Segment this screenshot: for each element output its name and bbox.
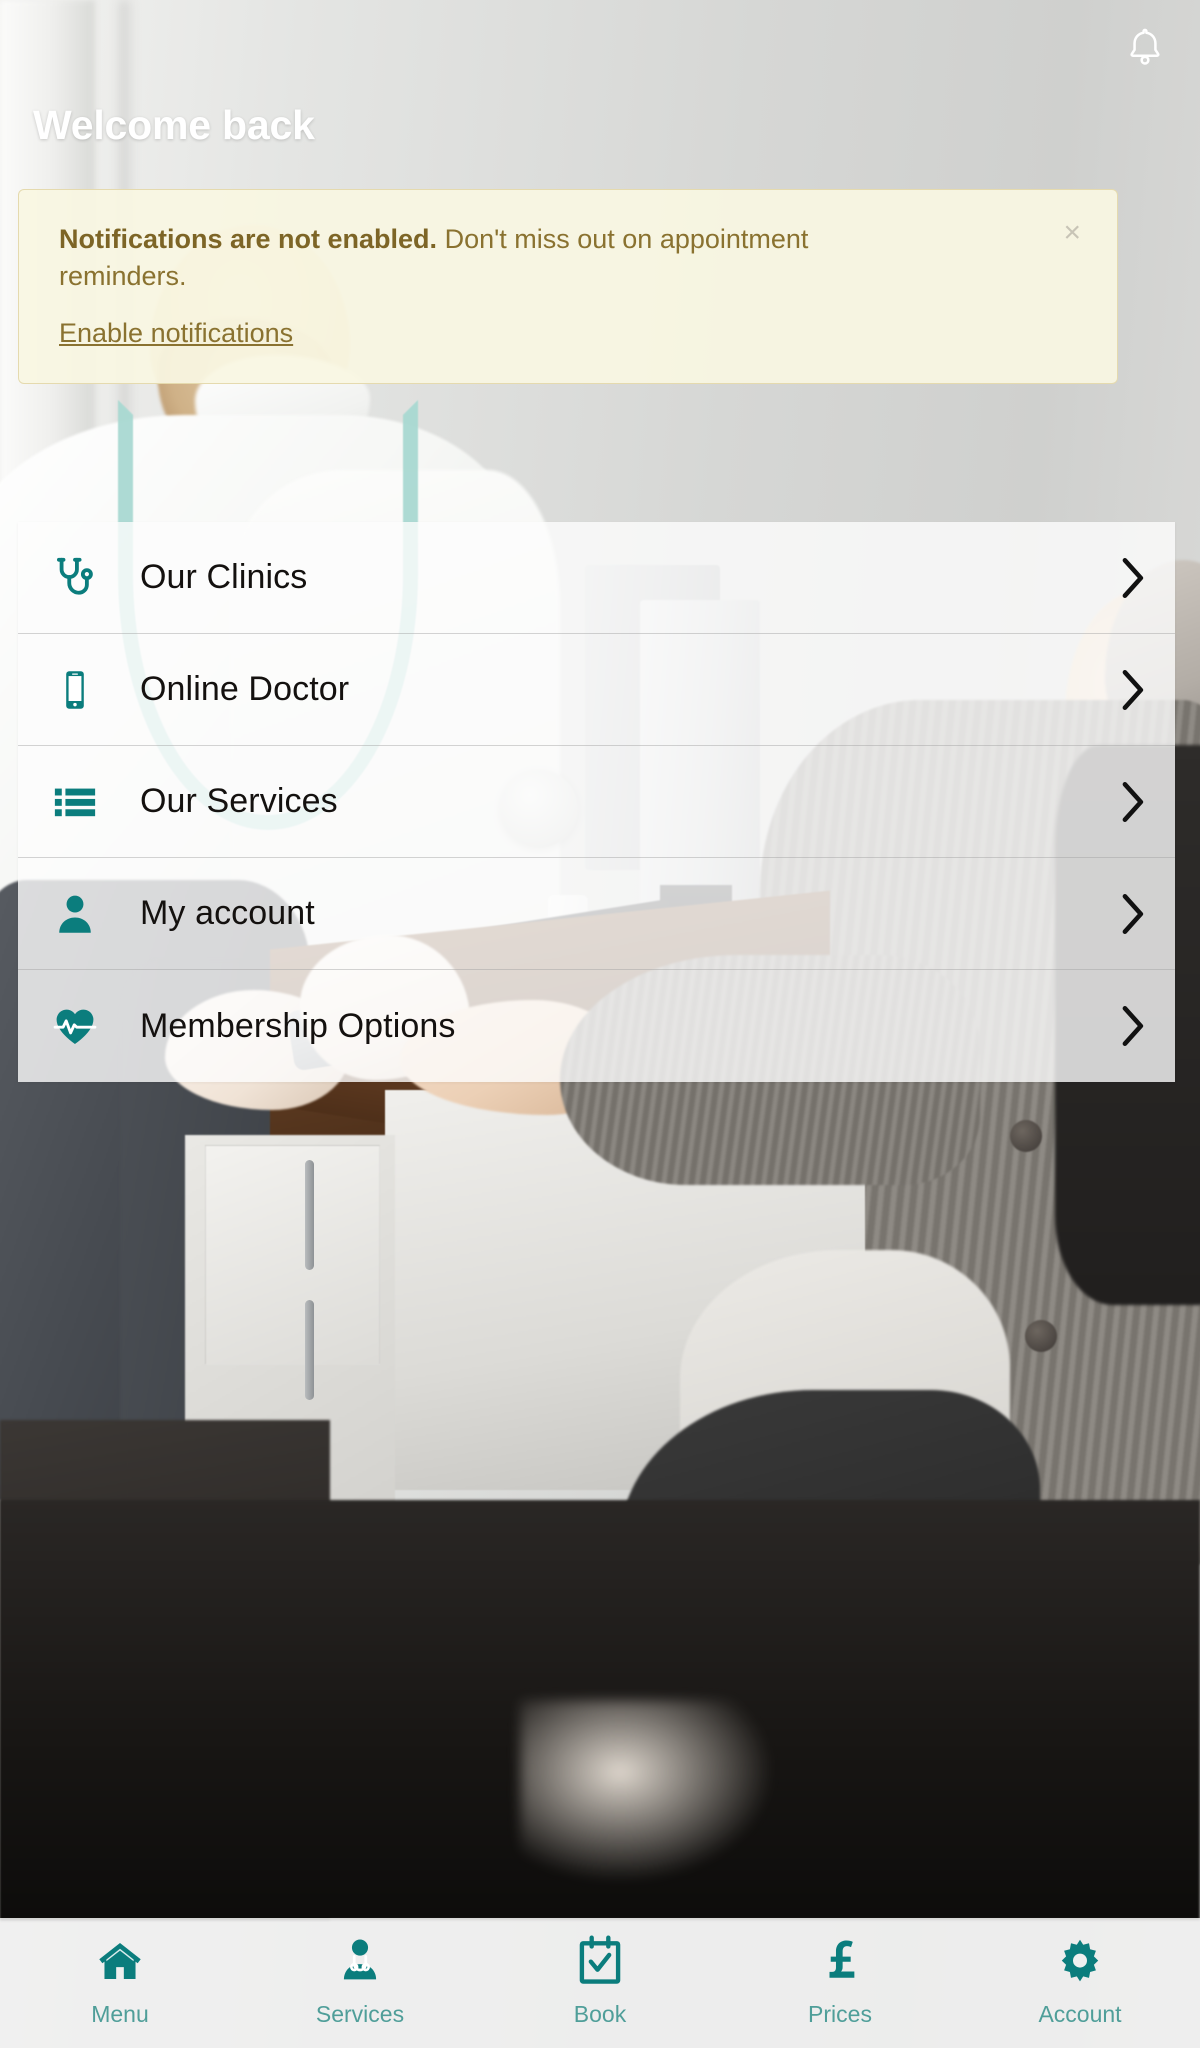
close-icon[interactable]: × [1053, 212, 1091, 254]
nav-item-prices[interactable]: Prices [720, 1930, 960, 2028]
menu-item-label: Our Services [140, 782, 338, 820]
chevron-right-icon [1103, 1003, 1147, 1049]
list-icon [42, 779, 108, 825]
enable-notifications-link[interactable]: Enable notifications [59, 318, 293, 349]
nav-item-label: Account [1038, 2001, 1122, 2027]
heart-pulse-icon [42, 1003, 108, 1049]
mobile-phone-icon [42, 668, 108, 712]
nav-item-label: Services [315, 2001, 405, 2027]
menu-item-online-doctor[interactable]: Online Doctor [18, 634, 1175, 746]
nav-item-account[interactable]: Account [960, 1930, 1200, 2028]
home-icon [95, 1930, 145, 1992]
stethoscope-icon [42, 555, 108, 601]
nav-item-label: Book [573, 2001, 627, 2027]
gear-icon [1056, 1930, 1104, 1992]
app-screen: Welcome back Notifications are not enabl… [0, 0, 1200, 2048]
bottom-navigation-bar: Menu Services Book Prices Account [0, 1918, 1200, 2048]
calendar-check-icon [575, 1930, 625, 1992]
main-menu-list: Our Clinics Online Doctor Our Services M… [18, 522, 1175, 1082]
menu-item-our-services[interactable]: Our Services [18, 746, 1175, 858]
menu-item-label: Membership Options [140, 1006, 456, 1045]
banner-strong-text: Notifications are not enabled. [59, 224, 438, 254]
menu-item-our-clinics[interactable]: Our Clinics [18, 522, 1175, 634]
nav-item-label: Menu [91, 2001, 149, 2027]
nav-item-book[interactable]: Book [480, 1930, 720, 2028]
chevron-right-icon [1103, 555, 1147, 601]
chevron-right-icon [1103, 667, 1147, 713]
nav-item-menu[interactable]: Menu [0, 1930, 240, 2028]
banner-message: Notifications are not enabled. Don't mis… [59, 221, 939, 296]
nav-item-services[interactable]: Services [240, 1930, 480, 2028]
menu-item-label: Online Doctor [140, 670, 350, 708]
bell-icon [1126, 26, 1164, 73]
menu-item-label: My account [140, 894, 315, 932]
chevron-right-icon [1103, 891, 1147, 937]
menu-item-my-account[interactable]: My account [18, 858, 1175, 970]
menu-item-membership-options[interactable]: Membership Options [18, 970, 1175, 1082]
pound-sterling-icon [819, 1930, 861, 1992]
chevron-right-icon [1103, 779, 1147, 825]
nav-item-label: Prices [808, 2001, 872, 2027]
notifications-banner: Notifications are not enabled. Don't mis… [18, 189, 1118, 384]
menu-item-label: Our Clinics [140, 558, 308, 596]
user-icon [42, 892, 108, 936]
page-title: Welcome back [33, 102, 315, 148]
doctor-icon [336, 1930, 384, 1992]
notifications-bell-button[interactable] [1114, 18, 1176, 80]
